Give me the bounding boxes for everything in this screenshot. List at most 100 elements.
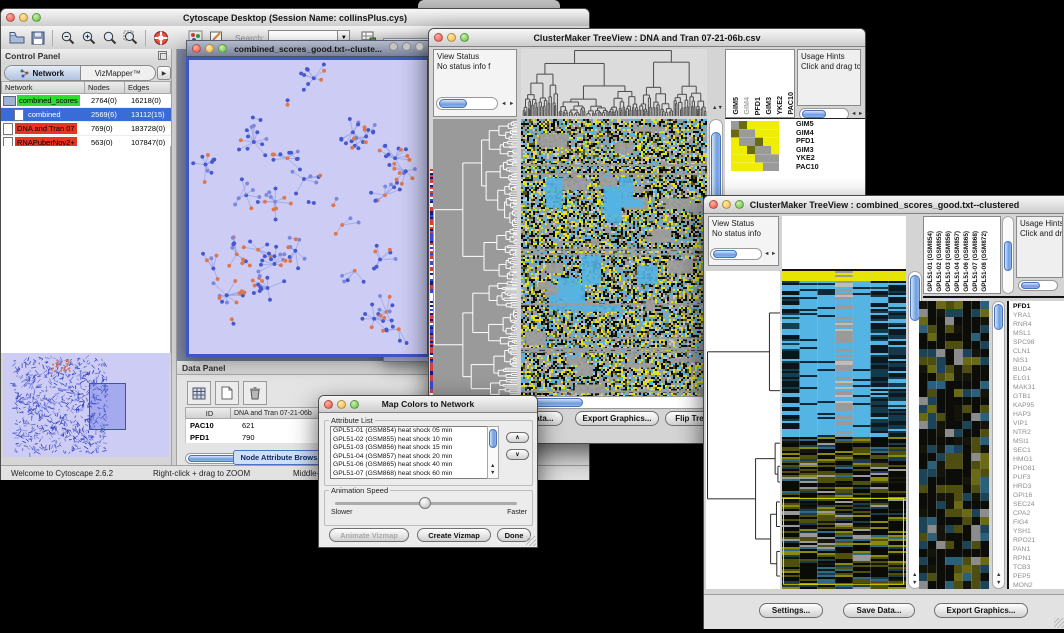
view-status-hscrollbar[interactable] <box>710 248 762 260</box>
zoom-window-icon[interactable] <box>218 44 227 53</box>
gene-label[interactable]: HRD3 <box>1013 482 1064 491</box>
export-graphics-button[interactable]: Export Graphics... <box>934 603 1028 618</box>
view-status-hscrollbar[interactable] <box>436 97 498 110</box>
main-titlebar[interactable]: Cytoscape Desktop (Session Name: collins… <box>1 9 589 27</box>
scroll-right-icon[interactable]: ► <box>771 251 776 257</box>
col-nodes[interactable]: Nodes <box>85 81 125 94</box>
heatmap-column-label[interactable]: GPL51-08 (GSM872) <box>981 231 989 292</box>
row-dendrogram-canvas[interactable] <box>433 119 517 406</box>
zoom-window-icon[interactable] <box>460 33 469 42</box>
detail-vscrollbar[interactable]: ▲ ▼ <box>992 301 1005 589</box>
network-canvas[interactable] <box>189 60 427 354</box>
gene-label[interactable]: CLN1 <box>1013 347 1064 356</box>
close-icon[interactable] <box>324 400 333 409</box>
gene-label[interactable]: ELG1 <box>1013 374 1064 383</box>
scroll-up-icon[interactable]: ▲▼ <box>712 105 723 111</box>
usage-hints-hscrollbar[interactable] <box>1018 280 1058 291</box>
gene-label[interactable]: SEC24 <box>1013 500 1064 509</box>
attribute-list-item[interactable]: GPL51-02 (GSM855) heat shock 10 min <box>333 436 487 445</box>
window-controls[interactable] <box>1 13 46 22</box>
gene-label[interactable]: MSI1 <box>1013 437 1064 446</box>
zoom-window-icon[interactable] <box>350 400 359 409</box>
select-attributes-icon[interactable] <box>187 381 211 405</box>
scroll-left-icon[interactable]: ◄ <box>851 111 856 117</box>
save-icon[interactable] <box>27 29 48 47</box>
export-graphics-button[interactable]: Export Graphics... <box>575 411 659 426</box>
zoom-out-icon[interactable] <box>57 29 78 47</box>
zoom-window-icon[interactable] <box>32 13 41 22</box>
gene-label[interactable]: YSH1 <box>1013 527 1064 536</box>
network-list-item[interactable]: DNA and Tran 07769(0)183728(0) <box>1 122 171 136</box>
heatmap-column-label[interactable]: GPL51-01 (GSM854) <box>927 231 935 292</box>
column-labels-vscrollbar[interactable] <box>1002 216 1014 294</box>
scroll-left-icon[interactable]: ◄ <box>501 101 506 107</box>
save-data-button[interactable]: Save Data... <box>843 603 915 618</box>
minimize-icon[interactable] <box>19 13 28 22</box>
close-icon[interactable] <box>709 200 718 209</box>
heatmap-column-label[interactable]: PAC10 <box>786 92 795 115</box>
detail-row-label[interactable]: PAC10 <box>796 163 819 172</box>
tab-vizmapper[interactable]: VizMapper™ <box>81 66 156 80</box>
row-dendrogram-canvas[interactable] <box>706 271 780 589</box>
minimize-icon[interactable] <box>402 42 411 51</box>
attribute-list-vscrollbar[interactable]: ▲ ▼ <box>487 426 499 479</box>
zoom-fit-icon[interactable] <box>99 29 120 47</box>
heatmap-column-label[interactable]: GIM3 <box>764 97 773 115</box>
tabs-more-button[interactable]: ▶ <box>157 66 171 80</box>
heatmap-column-label[interactable]: GPL51-06 (GSM865) <box>963 231 971 292</box>
heatmap-column-label[interactable]: GIM5 <box>731 97 740 115</box>
network-list-item[interactable]: combined_sco2569(6)13112(15) <box>1 108 171 122</box>
attribute-list-item[interactable]: GPL51-07 (GSM868) heat shock 60 min <box>333 470 487 479</box>
scroll-down-icon[interactable]: ▼ <box>490 470 495 476</box>
detail-heatmap-canvas[interactable] <box>731 121 779 171</box>
heatmap-column-label[interactable]: PFD1 <box>753 97 762 115</box>
gene-label[interactable]: YRA1 <box>1013 311 1064 320</box>
gene-label[interactable]: VIP1 <box>1013 419 1064 428</box>
speed-slider-thumb[interactable] <box>419 497 431 509</box>
gene-label[interactable]: MAK31 <box>1013 383 1064 392</box>
gene-label[interactable]: SEC1 <box>1013 446 1064 455</box>
gene-label[interactable]: GTB1 <box>1013 392 1064 401</box>
tab-node-attribute-browser[interactable]: Node Attribute Brows... <box>233 450 331 465</box>
resize-grip[interactable] <box>526 536 536 546</box>
settings-button[interactable]: Settings... <box>759 603 823 618</box>
gene-label[interactable]: BUD4 <box>1013 365 1064 374</box>
scroll-down-icon[interactable]: ▼ <box>996 580 1001 586</box>
open-icon[interactable] <box>6 29 27 47</box>
attribute-list-item[interactable]: GPL51-04 (GSM857) heat shock 20 min <box>333 453 487 462</box>
attribute-listbox[interactable]: GPL51-01 (GSM854) heat shock 05 minGPL51… <box>330 426 488 479</box>
scroll-left-icon[interactable]: ◄ <box>764 251 769 257</box>
heatmap-canvas[interactable] <box>782 271 906 589</box>
gene-label[interactable]: PFD1 <box>1013 302 1064 311</box>
heatmap-column-label[interactable]: YKE2 <box>775 96 784 115</box>
scroll-up-icon[interactable]: ▲ <box>912 572 917 578</box>
gene-label[interactable]: SPC98 <box>1013 338 1064 347</box>
create-vizmap-button[interactable]: Create Vizmap <box>417 528 491 542</box>
animate-vizmap-button[interactable]: Animate Vizmap <box>329 528 409 542</box>
scroll-right-icon[interactable]: ► <box>509 101 514 107</box>
gene-label[interactable]: RPO21 <box>1013 536 1064 545</box>
gene-label[interactable]: HMG1 <box>1013 455 1064 464</box>
zoom-in-icon[interactable] <box>78 29 99 47</box>
gene-label[interactable]: PAN1 <box>1013 545 1064 554</box>
zoom-window-icon[interactable] <box>415 42 424 51</box>
column-dendrogram-canvas[interactable] <box>521 49 707 116</box>
attribute-list-item[interactable]: GPL51-01 (GSM854) heat shock 05 min <box>333 427 487 436</box>
col-edges[interactable]: Edges <box>125 81 171 94</box>
detail-heatmap-canvas[interactable] <box>919 301 989 589</box>
minimize-icon[interactable] <box>447 33 456 42</box>
gene-label[interactable]: CPA2 <box>1013 509 1064 518</box>
close-icon[interactable] <box>6 13 15 22</box>
delete-attribute-icon[interactable] <box>243 381 267 405</box>
scroll-up-icon[interactable]: ▲ <box>996 572 1001 578</box>
minimize-icon[interactable] <box>722 200 731 209</box>
close-icon[interactable] <box>434 33 443 42</box>
col-network[interactable]: Network <box>1 81 85 94</box>
move-down-button[interactable]: ∨ <box>506 449 529 460</box>
data-col-id[interactable]: ID <box>185 407 231 419</box>
close-icon[interactable] <box>192 44 201 53</box>
gene-label[interactable]: HAP3 <box>1013 410 1064 419</box>
heatmap-column-label[interactable]: GIM4 <box>742 97 751 115</box>
network-list-item[interactable]: combined_scores2764(0)16218(0) <box>1 94 171 108</box>
gene-label[interactable]: NTR2 <box>1013 428 1064 437</box>
